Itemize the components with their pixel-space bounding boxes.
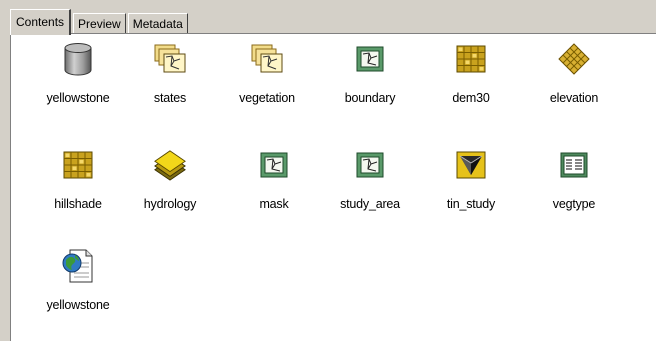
item-label: dem30 xyxy=(452,91,490,105)
item-vegetation[interactable]: vegetation xyxy=(221,42,313,105)
raster-catalog-icon xyxy=(557,42,591,76)
item-label: vegtype xyxy=(552,197,596,211)
item-label: yellowstone xyxy=(46,298,110,312)
tab-metadata[interactable]: Metadata xyxy=(127,13,188,34)
item-label: boundary xyxy=(344,91,396,105)
item-label: hillshade xyxy=(54,197,102,211)
table-icon xyxy=(557,148,591,182)
item-label: states xyxy=(153,91,187,105)
item-label: vegetation xyxy=(239,91,295,105)
item-elevation[interactable]: elevation xyxy=(528,42,620,105)
feature-dataset-icon xyxy=(250,42,284,76)
metadata-document-icon xyxy=(61,249,95,283)
item-hydrology[interactable]: hydrology xyxy=(124,148,216,211)
item-label: study_area xyxy=(340,197,400,211)
polygon-feature-class-icon xyxy=(257,148,291,182)
tin-icon xyxy=(454,148,488,182)
item-vegtype[interactable]: vegtype xyxy=(528,148,620,211)
item-mask[interactable]: mask xyxy=(228,148,320,211)
item-label: yellowstone xyxy=(46,91,110,105)
raster-dataset-icon xyxy=(61,148,95,182)
item-yellowstone-geodatabase[interactable]: yellowstone xyxy=(32,42,124,105)
item-label: elevation xyxy=(549,91,599,105)
item-dem30[interactable]: dem30 xyxy=(425,42,517,105)
tab-preview[interactable]: Preview xyxy=(73,13,126,34)
item-yellowstone-metadata[interactable]: yellowstone xyxy=(32,249,124,312)
item-label: hydrology xyxy=(143,197,197,211)
item-tin-study[interactable]: tin_study xyxy=(425,148,517,211)
raster-dataset-icon xyxy=(454,42,488,76)
geodatabase-icon xyxy=(61,42,95,76)
item-states[interactable]: states xyxy=(124,42,216,105)
layered-dataset-icon xyxy=(153,148,187,182)
polygon-feature-class-icon xyxy=(353,148,387,182)
item-boundary[interactable]: boundary xyxy=(324,42,416,105)
feature-dataset-icon xyxy=(153,42,187,76)
item-study-area[interactable]: study_area xyxy=(324,148,416,211)
polygon-feature-class-icon xyxy=(353,42,387,76)
tab-strip: Contents Preview Metadata xyxy=(10,7,190,35)
item-label: tin_study xyxy=(446,197,496,211)
tab-contents[interactable]: Contents xyxy=(10,9,72,35)
item-hillshade[interactable]: hillshade xyxy=(32,148,124,211)
item-label: mask xyxy=(259,197,289,211)
contents-panel: yellowstone states vegetation boundary d… xyxy=(10,33,656,341)
